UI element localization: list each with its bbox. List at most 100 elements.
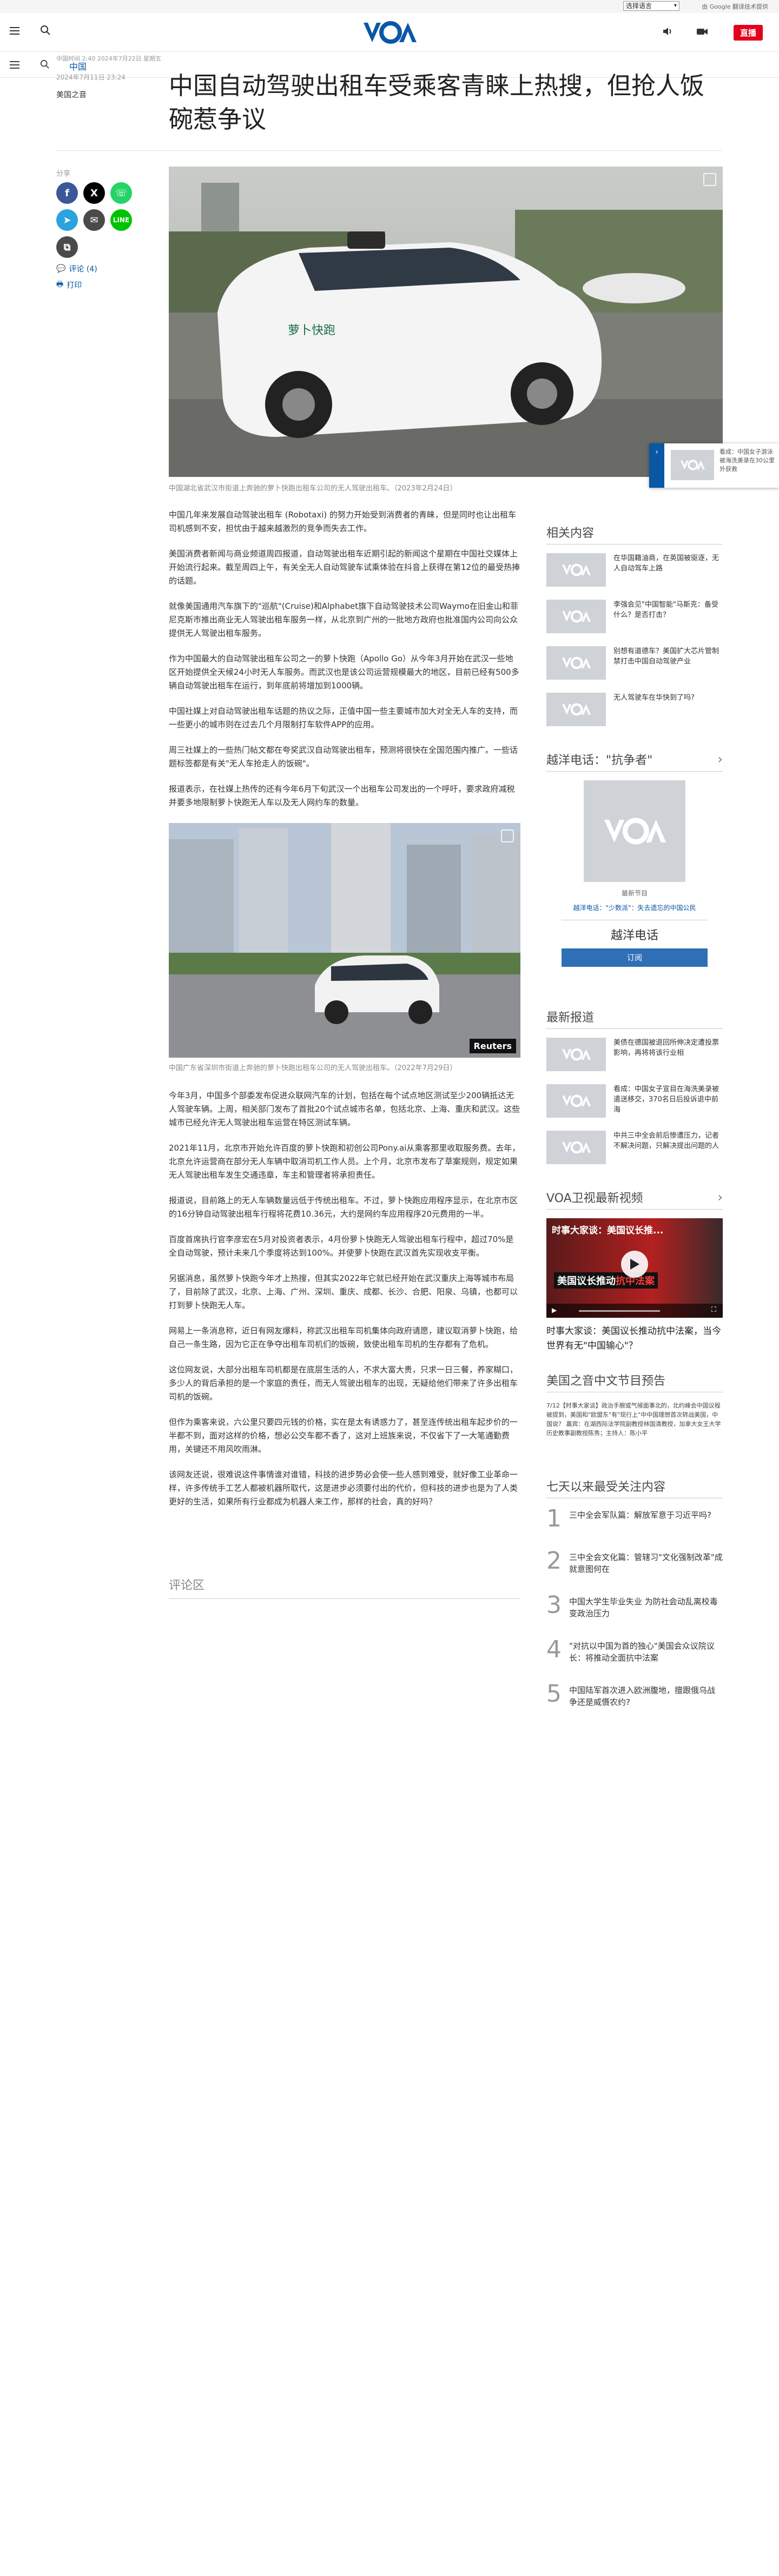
sidebar-story-item[interactable]: 别想有道德车？美国扩大芯片管制禁打击中国自动驾驶产业 [546,646,723,680]
article-paragraph: 中国社媒上对自动驾驶出租车话题的热议之际，正值中国一些主要城市加大对全无人车的支… [169,706,518,729]
sidebar-story-item[interactable]: 美债在德国被退回所伸决定遭投票影响，再将将该行业相 [546,1038,723,1071]
video-camera-icon[interactable] [696,26,709,39]
story-title[interactable]: 美债在德国被退回所伸决定遭投票影响，再将将该行业相 [613,1038,723,1058]
divider [56,150,723,151]
article-paragraph: 中国几年来发展自动驾驶出租车 (Robotaxi) 的努力开始受到消费者的青睐，… [169,510,516,533]
site-header: 直播 [0,13,779,52]
story-title[interactable]: 中共三中全会前后惨遭压力，记者 不解决问题，只解决提出问题的人 [613,1131,723,1151]
email-share-icon[interactable]: ✉ [83,209,105,231]
article-body-part2: 今年3月，中国多个部委发布促进众联网汽车的计划，包括在每个试点地区测试至少200… [169,1089,520,1521]
top-strip: 选择语言 ▾ 由 Google 翻译技术提供 [0,0,779,13]
x-share-icon[interactable]: X [83,182,105,204]
audio-icon[interactable] [662,26,674,39]
article-paragraph: 周三社媒上的一些热门帖文都在夸奖武汉自动驾驶出租车，预测将很快在全国范围内推广。… [169,745,518,768]
print-link-label: 打印 [67,281,82,290]
sidebar-story-item[interactable]: 看成：中国女子宣目在海洗美录被遣送移交，370名日后投诉退中前海 [546,1084,723,1118]
copy-link-icon[interactable]: ⧉ [56,236,78,258]
video-progress-bar[interactable] [579,1310,660,1312]
play-icon[interactable] [621,1251,648,1278]
popular-rank: 4 [546,1636,562,1663]
author-name[interactable]: 美国之音 [56,89,175,100]
search-icon[interactable] [40,25,51,38]
video-controls[interactable]: ▶ ⛶ [546,1304,723,1318]
live-button[interactable]: 直播 [733,25,763,41]
popular-rank: 2 [546,1547,562,1575]
popular-item[interactable]: 4 "对抗以中国为首的独心"美国会众议院议长：将推动全面抗中法案 [546,1638,723,1664]
share-panel: 分享 f X ☏ ➤ ✉ LINE ⧉ 💬 评论 (4) 🖶 打印 [56,168,148,291]
hotline-title: 越洋电话 [610,929,658,942]
story-thumbnail [546,646,606,680]
popular-title[interactable]: 中国大学生毕业失业 为防社会动乱离校毒变政治压力 [569,1594,723,1619]
sidebar-story-item[interactable]: 中共三中全会前后惨遭压力，记者 不解决问题，只解决提出问题的人 [546,1131,723,1164]
article-paragraph: 但作为乘客来说，六公里只要四元钱的价格，实在是太有诱惑力了，甚至连传统出租车起步… [169,1417,518,1454]
language-select-value: 选择语言 [626,2,652,10]
story-title[interactable]: 别想有道德车？美国扩大芯片管制禁打击中国自动驾驶产业 [613,646,723,667]
story-title[interactable]: 在华国籍油商，在英国被驱逐，无人自动驾车上路 [613,553,723,574]
comments-heading[interactable]: 评论区 [169,1576,520,1599]
article-image-2[interactable]: Reuters [169,823,520,1058]
whatsapp-share-icon[interactable]: ☏ [110,182,132,204]
sidebar-story-item[interactable]: 无人驾驶车在华快到了吗? [546,693,723,726]
latest-section: 最新报道 美债在德国被退回所伸决定遭投票影响，再将将该行业相看成：中国女子宣目在… [546,1008,723,1177]
popular-item[interactable]: 2 三中全会文化篇：管辖习"文化强制改革"成就意图何在 [546,1549,723,1575]
video-player[interactable]: 时事大家谈：美国议长推... 美国议长推动抗中法案 ▶ ⛶ [546,1218,723,1318]
popup-toggle-icon[interactable]: › [649,443,664,488]
podcast-cover[interactable] [584,780,685,882]
schedule-heading-text: 美国之音中文节目预告 [546,1375,666,1388]
popular-title[interactable]: 中国陆军首次进入欧洲腹地，擅跟俄乌战争还是威慑农约? [569,1682,723,1708]
story-thumbnail [546,1131,606,1164]
story-title[interactable]: 李强会见"中国智能"马斯克：备受什么？是否打击？ [613,600,723,620]
video-heading[interactable]: VOA卫视最新视频 › [546,1189,723,1210]
expand-icon[interactable] [703,173,716,186]
section-search-icon[interactable] [40,59,50,71]
expand-icon-2[interactable] [501,829,514,842]
sidebar-story-item[interactable]: 在华国籍油商，在英国被驱逐，无人自动驾车上路 [546,553,723,587]
popular-item[interactable]: 5 中国陆军首次进入欧洲腹地，擅跟俄乌战争还是威慑农约? [546,1682,723,1708]
subscribe-button[interactable]: 订阅 [562,948,708,967]
hotline-heading[interactable]: 越洋电话："抗争者" › [546,751,723,772]
facebook-share-icon[interactable]: f [56,182,78,204]
video-caption[interactable]: 时事大家谈：美国议长推动抗中法案，当今世界有无"中国输心"？ [546,1324,723,1353]
voa-logo[interactable] [362,19,417,45]
article-paragraph: 这位网友说，大部分出租车司机都是在底层生活的人，不求大富大贵，只求一日三餐，养家… [169,1365,518,1402]
latest-heading: 最新报道 [546,1008,723,1029]
video-heading-text: VOA卫视最新视频 [546,1192,643,1205]
updated-time: 中国时间 2:40 2024年7月22日 星期五 [56,55,162,62]
line-share-icon[interactable]: LINE [110,209,132,231]
menu-icon[interactable] [10,27,19,35]
popular-rank: 1 [546,1505,562,1532]
google-translate-credit[interactable]: 由 Google 翻译技术提供 [702,2,768,11]
article-paragraph: 网易上一条消息称，近日有网友爆料，称武汉出租车司机集体向政府请愿，建议取消萝卜快… [169,1326,518,1349]
popular-rank: 5 [546,1680,562,1708]
floating-news-popup[interactable]: › 看成：中国女子游泳被海洗美录在30公里外获救 [649,443,779,488]
popular-item[interactable]: 3 中国大学生毕业失业 为防社会动乱离校毒变政治压力 [546,1594,723,1619]
story-title[interactable]: 无人驾驶车在华快到了吗? [613,693,695,703]
fullscreen-icon[interactable]: ⛶ [711,1306,716,1314]
comments-link[interactable]: 💬 评论 (4) [56,263,148,274]
popular-rank: 3 [546,1591,562,1619]
comments-link-label: 评论 (4) [69,265,97,274]
popular-title[interactable]: 三中全会文化篇：管辖习"文化强制改革"成就意图何在 [569,1549,723,1575]
schedule-text[interactable]: 7/12【时事大家谈】政治手腕或气候面事北的，北约峰会中国议程被提到，美国和"欧… [546,1401,723,1438]
story-thumbnail [546,693,606,726]
publish-date: 2024年7月11日 23:24 [56,74,126,81]
hotline-heading-text: 越洋电话："抗争者" [546,754,653,767]
popular-item[interactable]: 1 三中全会军队篇：解放军意于习近平吗? [546,1507,723,1531]
language-select[interactable]: 选择语言 ▾ [623,1,679,11]
story-thumbnail [546,1084,606,1118]
sidebar-story-item[interactable]: 李强会见"中国智能"马斯克：备受什么？是否打击？ [546,600,723,633]
popular-title[interactable]: "对抗以中国为首的独心"美国会众议院议长：将推动全面抗中法案 [569,1638,723,1664]
chevron-down-icon: ▾ [674,3,677,9]
hero-image[interactable]: 萝卜快跑 [169,167,723,477]
story-title[interactable]: 看成：中国女子宣目在海洗美录被遣送移交，370名日后投诉退中前海 [613,1084,723,1115]
telegram-share-icon[interactable]: ➤ [56,209,78,231]
control-play-icon[interactable]: ▶ [552,1306,557,1314]
hotline-episode-link[interactable]: 越洋电话："少数派"：失去遗忘的中国公民 [546,903,723,912]
print-link[interactable]: 🖶 打印 [56,278,148,291]
popular-title[interactable]: 三中全会军队篇：解放军意于习近平吗? [569,1507,711,1521]
hotline-latest-label: 最新节目 [621,889,648,897]
section-menu-icon[interactable] [10,61,19,69]
popular-heading-text: 七天以来最受关注内容 [546,1480,666,1494]
popular-heading: 七天以来最受关注内容 [546,1477,723,1498]
article-paragraph: 2021年11月，北京市开始允许百度的萝卜快跑和初创公司Pony.ai从乘客那里… [169,1143,520,1180]
